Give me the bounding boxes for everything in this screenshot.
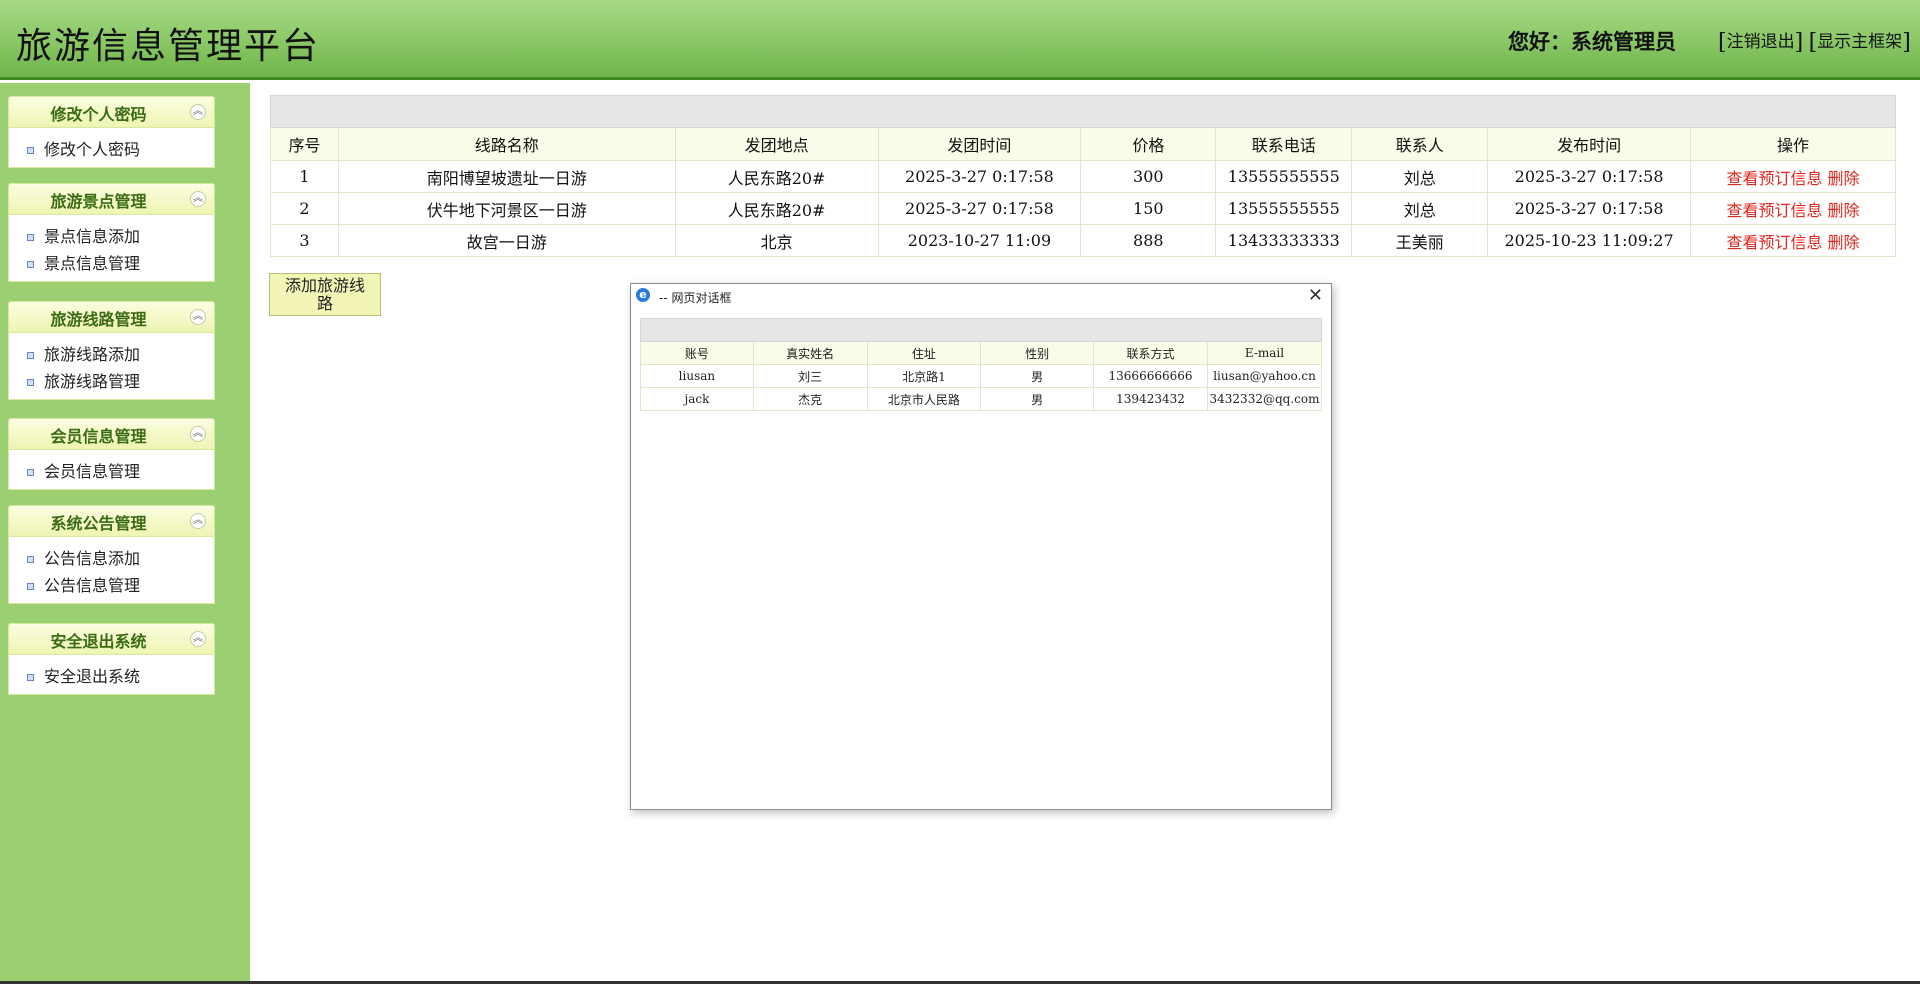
col-header: 发团地点 [674,127,879,161]
dialog-title: -- 网页对话框 [659,291,732,305]
bullet-icon [27,379,34,386]
bullet-icon [27,556,34,563]
table-row: jack 杰克 北京市人民路 男 139423432 3432332@qq.co… [640,387,1323,411]
bookings-table: 账号 真实姓名 住址 性别 联系方式 E-mail liusan 刘三 北京路1… [640,318,1323,411]
bullet-icon [27,147,34,154]
bullet-icon [27,469,34,476]
collapse-up-icon[interactable]: ︽ [190,631,206,647]
delete-link[interactable]: 删除 [1828,233,1860,252]
bullet-icon [27,674,34,681]
header-links: [注销退出] [显示主框架] [1718,30,1911,55]
table-caption-row [270,95,1896,128]
panel-header[interactable]: 旅游线路管理 ︽ [8,301,215,333]
col-header: 操作 [1690,127,1896,161]
top-header: 旅游信息管理平台 您好：系统管理员 [注销退出] [显示主框架] [0,0,1920,80]
sidebar-item-route-manage[interactable]: 旅游线路管理 [9,368,214,395]
table-row: 2 伏牛地下河景区一日游 人民东路20# 2025-3-27 0:17:58 1… [270,192,1896,225]
user-greeting: 您好：系统管理员 [1508,29,1676,54]
panel-title: 旅游景点管理 [50,192,147,211]
panel-header[interactable]: 会员信息管理 ︽ [8,418,215,450]
panel-title: 修改个人密码 [50,105,147,124]
panel-header[interactable]: 安全退出系统 ︽ [8,623,215,655]
sidebar-item-member-manage[interactable]: 会员信息管理 [9,458,214,485]
delete-link[interactable]: 删除 [1828,201,1860,220]
panel-title: 安全退出系统 [50,632,147,651]
col-header: 住址 [866,341,982,365]
delete-link[interactable]: 删除 [1828,169,1860,188]
sidebar-item-change-password[interactable]: 修改个人密码 [9,136,214,163]
table-row: 1 南阳博望坡遗址一日游 人民东路20# 2025-3-27 0:17:58 3… [270,160,1896,193]
dialog-titlebar[interactable]: e -- 网页对话框 ✕ [631,284,1331,310]
sidebar-item-notice-manage[interactable]: 公告信息管理 [9,572,214,599]
bullet-icon [27,583,34,590]
panel-title: 会员信息管理 [50,427,147,446]
ie-icon: e [636,288,650,302]
sidebar-item-attraction-manage[interactable]: 景点信息管理 [9,250,214,277]
sidebar-item-route-add[interactable]: 旅游线路添加 [9,341,214,368]
web-dialog: e -- 网页对话框 ✕ 账号 真实姓名 住址 性别 联系方式 E-mail l… [630,283,1332,810]
view-bookings-link[interactable]: 查看预订信息 [1726,233,1822,252]
col-header: 真实姓名 [752,341,868,365]
panel-attractions: 旅游景点管理 ︽ 景点信息添加 景点信息管理 [8,183,215,282]
collapse-up-icon[interactable]: ︽ [190,104,206,120]
col-header: 价格 [1080,127,1217,161]
table-row: liusan 刘三 北京路1 男 13666666666 liusan@yaho… [640,364,1323,388]
app-title: 旅游信息管理平台 [16,26,321,67]
table-caption-row [640,318,1322,342]
table-row: 3 故宫一日游 北京 2023-10-27 11:09 888 13433333… [270,224,1896,257]
col-header: 发布时间 [1487,127,1692,161]
panel-notices: 系统公告管理 ︽ 公告信息添加 公告信息管理 [8,505,215,604]
col-header: 线路名称 [337,127,676,161]
col-header: 序号 [270,127,339,161]
table-header-row: 序号 线路名称 发团地点 发团时间 价格 联系电话 联系人 发布时间 操作 [270,127,1896,161]
view-bookings-link[interactable]: 查看预订信息 [1726,201,1822,220]
panel-members: 会员信息管理 ︽ 会员信息管理 [8,418,215,490]
bullet-icon [27,261,34,268]
view-bookings-link[interactable]: 查看预订信息 [1726,169,1822,188]
col-header: 联系电话 [1215,127,1353,161]
col-header: E-mail [1206,341,1323,365]
panel-routes: 旅游线路管理 ︽ 旅游线路添加 旅游线路管理 [8,301,215,400]
collapse-up-icon[interactable]: ︽ [190,309,206,325]
panel-title: 旅游线路管理 [50,310,147,329]
panel-logout: 安全退出系统 ︽ 安全退出系统 [8,623,215,695]
col-header: 性别 [980,341,1095,365]
bullet-icon [27,234,34,241]
show-main-frame-link[interactable]: 显示主框架 [1817,32,1902,52]
close-icon[interactable]: ✕ [1308,285,1323,306]
collapse-up-icon[interactable]: ︽ [190,426,206,442]
routes-table: 序号 线路名称 发团地点 发团时间 价格 联系电话 联系人 发布时间 操作 1 … [270,95,1896,257]
panel-header[interactable]: 系统公告管理 ︽ [8,505,215,537]
sidebar-item-safe-exit[interactable]: 安全退出系统 [9,663,214,690]
panel-title: 系统公告管理 [50,514,147,533]
col-header: 联系方式 [1093,341,1208,365]
collapse-up-icon[interactable]: ︽ [190,513,206,529]
col-header: 账号 [640,341,754,365]
col-header: 发团时间 [877,127,1082,161]
sidebar: 修改个人密码 ︽ 修改个人密码 旅游景点管理 ︽ 景点信息添加 景点信息管理 旅… [0,83,250,984]
sidebar-item-attraction-add[interactable]: 景点信息添加 [9,223,214,250]
logout-link[interactable]: 注销退出 [1727,32,1795,52]
collapse-up-icon[interactable]: ︽ [190,191,206,207]
panel-header[interactable]: 修改个人密码 ︽ [8,96,215,128]
panel-password: 修改个人密码 ︽ 修改个人密码 [8,96,215,168]
bullet-icon [27,352,34,359]
col-header: 联系人 [1351,127,1489,161]
sidebar-item-notice-add[interactable]: 公告信息添加 [9,545,214,572]
add-route-button[interactable]: 添加旅游线 路 [269,273,381,316]
table-header-row: 账号 真实姓名 住址 性别 联系方式 E-mail [640,341,1323,365]
panel-header[interactable]: 旅游景点管理 ︽ [8,183,215,215]
